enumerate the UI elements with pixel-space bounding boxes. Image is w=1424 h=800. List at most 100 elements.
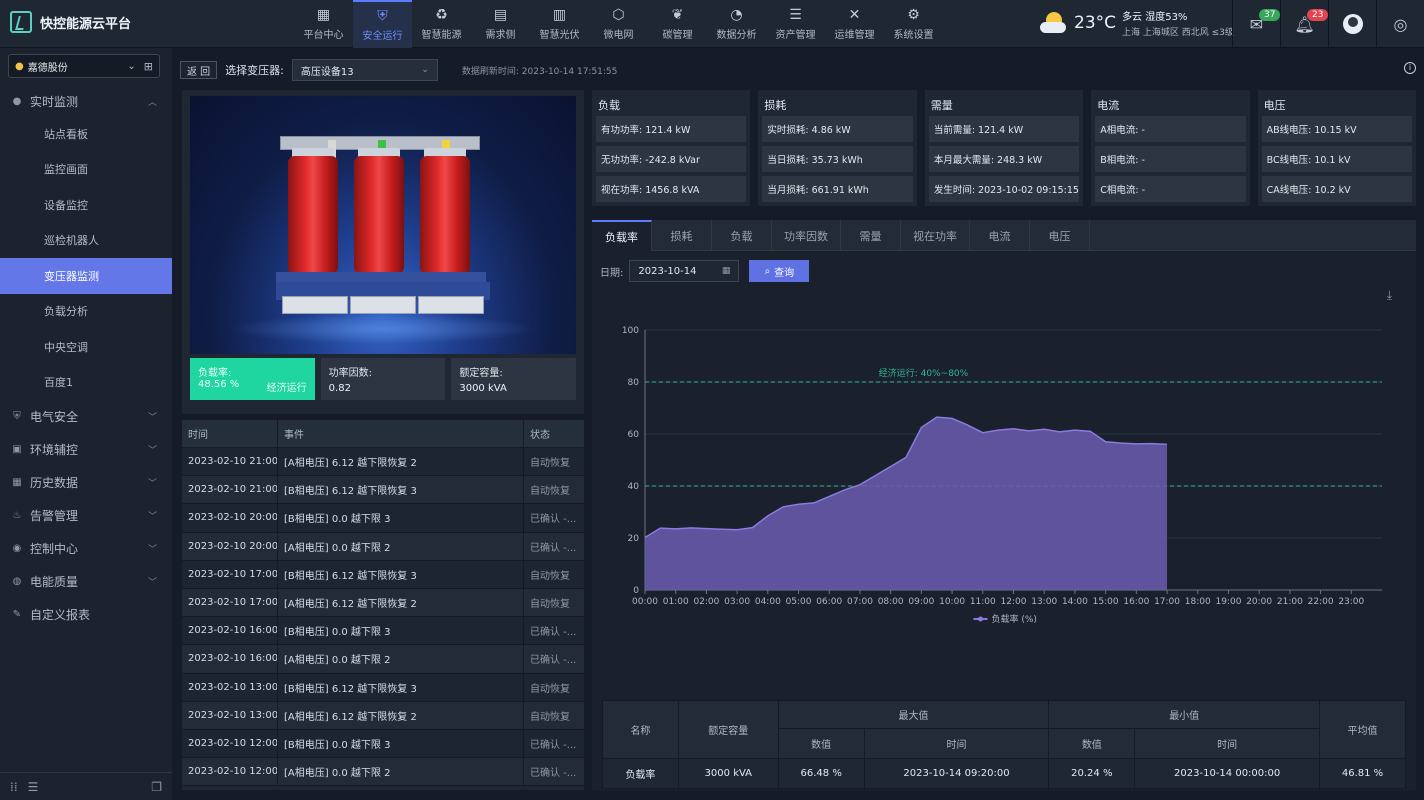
- refresh-time: 数据刷新时间: 2023-10-14 17:51:55: [461, 66, 618, 77]
- sidebar-item-2[interactable]: 设备监控: [0, 187, 172, 223]
- x-tick-label: 19:00: [1215, 597, 1241, 607]
- sidebar-item-0[interactable]: 站点看板: [0, 116, 172, 152]
- notification-button[interactable]: 🔔︎ 23: [1280, 0, 1329, 48]
- dashboard-icon: ▦: [316, 6, 331, 23]
- event-status: 自动恢复: [530, 570, 570, 582]
- menu-group-3[interactable]: ▦ 历史数据 ﹀: [0, 466, 172, 499]
- table-row[interactable]: 2023-02-10 13:00 [A相电压] 6.12 越下限恢复 2 自动恢复: [182, 701, 584, 730]
- menu-group-2[interactable]: ▣ 环境辅控 ﹀: [0, 433, 172, 466]
- query-button[interactable]: ⌕ 查询: [749, 260, 810, 282]
- mail-button[interactable]: ✉ 37: [1232, 0, 1281, 48]
- date-label: 日期:: [600, 267, 624, 279]
- notification-badge: 23: [1307, 9, 1329, 21]
- menu-group-6[interactable]: ◍ 电能质量 ﹀: [0, 565, 172, 598]
- x-tick-label: 02:00: [693, 597, 719, 607]
- site-select[interactable]: ● 嘉德股份 ⌄ ⊞: [8, 54, 160, 78]
- alarm-icon: ♨: [12, 510, 22, 521]
- globe-icon: ◎: [1393, 14, 1408, 34]
- back-button[interactable]: 返 回: [180, 61, 218, 79]
- sidebar-item-4[interactable]: 变压器监测: [0, 258, 172, 294]
- nav-item-8[interactable]: ☰ 资产管理: [766, 0, 825, 48]
- table-row[interactable]: 2023-02-10 12:00 [A相电压] 0.0 越下限 2 已确认 -...: [182, 758, 584, 787]
- tab-0[interactable]: 负载率: [592, 220, 652, 251]
- event-status: 已确认 -...: [530, 542, 577, 554]
- chevron-down-icon: ﹀: [148, 578, 158, 588]
- menu-group-0[interactable]: ● 实时监测 ︿: [0, 86, 172, 116]
- user-button[interactable]: [1328, 0, 1376, 48]
- shield-icon: ⛨: [13, 411, 21, 422]
- info-icon[interactable]: i: [1404, 62, 1416, 74]
- summary-h-max-time: 时间: [863, 728, 1050, 759]
- tab-2[interactable]: 负载: [712, 220, 772, 251]
- metric-title: 损耗: [764, 99, 787, 112]
- language-button[interactable]: ◎: [1376, 0, 1424, 48]
- x-tick-label: 13:00: [1031, 597, 1057, 607]
- nav-item-6[interactable]: ❦ 碳管理: [648, 0, 707, 48]
- summary-name: 负载率: [602, 758, 679, 789]
- metric-item: 发生时间: 2023-10-02 09:15:15: [928, 176, 1080, 202]
- table-row[interactable]: 2023-02-10 16:00 [A相电压] 0.0 越下限 2 已确认 -...: [182, 645, 584, 674]
- table-row[interactable]: 2023-02-10 21:00 [B相电压] 6.12 越下限恢复 3 自动恢复: [182, 476, 584, 505]
- nav-item-label: 系统设置: [893, 29, 934, 41]
- tab-4[interactable]: 需量: [841, 220, 901, 251]
- table-row[interactable]: 2023-02-10 17:00 [B相电压] 6.12 越下限恢复 3 自动恢复: [182, 560, 584, 589]
- nav-item-1[interactable]: ⛨ 安全运行: [353, 0, 412, 48]
- grid-icon[interactable]: ⊞: [144, 60, 153, 73]
- solar-panel-icon: ▥: [552, 6, 567, 23]
- device-select[interactable]: 高压设备13 ⌄: [291, 59, 438, 81]
- sidebar-item-3[interactable]: 巡检机器人: [0, 223, 172, 259]
- tab-7[interactable]: 电压: [1030, 220, 1090, 251]
- tab-1[interactable]: 损耗: [652, 220, 712, 251]
- nav-item-3[interactable]: ▤ 需求侧: [471, 0, 530, 48]
- nav-item-label: 微电网: [603, 29, 634, 41]
- table-row[interactable]: 2023-02-10 20:00 [B相电压] 0.0 越下限 3 已确认 -...: [182, 504, 584, 533]
- calendar-icon: ▦: [721, 266, 731, 276]
- event-status: 已确认 -...: [530, 768, 577, 780]
- table-row[interactable]: 2023-02-10 12:00 [B相电压] 0.0 越下限 3 已确认 -...: [182, 729, 584, 759]
- table-row[interactable]: 2023-02-10 20:00 [A相电压] 0.0 越下限 2 已确认 -...: [182, 532, 584, 561]
- date-input[interactable]: 2023-10-14 ▦: [629, 260, 740, 282]
- x-tick-label: 04:00: [755, 597, 781, 607]
- nav-item-7[interactable]: ◔ 数据分析: [707, 0, 766, 48]
- sidebar-item-5[interactable]: 负载分析: [0, 294, 172, 330]
- menu-group-7[interactable]: ✎ 自定义报表: [0, 598, 172, 631]
- table-row[interactable]: 2023-02-10 21:00 [A相电压] 6.12 越下限恢复 2 自动恢复: [182, 448, 584, 477]
- metric-title: 负载: [598, 99, 620, 112]
- sidebar-item-1[interactable]: 监控画面: [0, 152, 172, 188]
- main-content: 返 回 选择变压器: 高压设备13 ⌄ 数据刷新时间: 2023-10-14 1…: [172, 48, 1424, 800]
- device-select-value: 高压设备13: [300, 66, 354, 78]
- menu-group-5[interactable]: ◉ 控制中心 ﹀: [0, 532, 172, 565]
- shield-icon: ⛨: [377, 7, 388, 24]
- tab-5[interactable]: 视在功率: [901, 220, 970, 251]
- metric-item: 实时损耗: 4.86 kW: [762, 116, 913, 142]
- sidebar-item-7[interactable]: 百度1: [0, 365, 172, 401]
- nav-item-5[interactable]: ⬡ 微电网: [589, 0, 648, 48]
- menu-group-4[interactable]: ♨ 告警管理 ﹀: [0, 499, 172, 532]
- apps-icon[interactable]: ⁞⁞: [10, 780, 18, 794]
- event-status: 已确认 -...: [530, 514, 577, 526]
- nav-item-label: 智慧能源: [421, 29, 462, 41]
- nav-item-4[interactable]: ▥ 智慧光伏: [530, 0, 589, 48]
- tab-6[interactable]: 电流: [970, 220, 1030, 251]
- load-rate-label: 负载率:: [198, 368, 232, 379]
- window-icon[interactable]: ❐: [151, 780, 162, 794]
- logo[interactable]: 快控能源云平台: [10, 11, 131, 33]
- summary-min-value: 20.24 %: [1048, 758, 1136, 789]
- table-row[interactable]: 2023-02-10 17:00 [A相电压] 6.12 越下限恢复 2 自动恢复: [182, 588, 584, 618]
- nav-item-label: 智慧光伏: [539, 29, 580, 41]
- table-row[interactable]: 2023-02-10 13:00 [B相电压] 6.12 越下限恢复 3 自动恢复: [182, 673, 584, 702]
- col-time: 时间: [182, 420, 278, 447]
- nav-item-label: 需求侧: [485, 29, 516, 41]
- menu-group-1[interactable]: ⛨ 电气安全 ﹀: [0, 400, 172, 433]
- nav-item-10[interactable]: ⚙ 系统设置: [884, 0, 943, 48]
- metric-item: BC线电压: 10.1 kV: [1261, 146, 1413, 172]
- nav-item-2[interactable]: ♻ 智慧能源: [412, 0, 471, 48]
- tab-3[interactable]: 功率因数: [772, 220, 841, 251]
- metric-item: 视在功率: 1456.8 kVA: [596, 176, 747, 202]
- table-row[interactable]: 2023-02-10 16:00 [B相电压] 0.0 越下限 3 已确认 -...: [182, 617, 584, 646]
- nav-item-9[interactable]: ✕ 运维管理: [825, 0, 884, 48]
- collapse-menu-icon[interactable]: ☰: [28, 780, 39, 794]
- sidebar-item-6[interactable]: 中央空调: [0, 329, 172, 365]
- nav-item-0[interactable]: ▦ 平台中心: [294, 0, 353, 48]
- metric-item: AB线电压: 10.15 kV: [1261, 116, 1413, 142]
